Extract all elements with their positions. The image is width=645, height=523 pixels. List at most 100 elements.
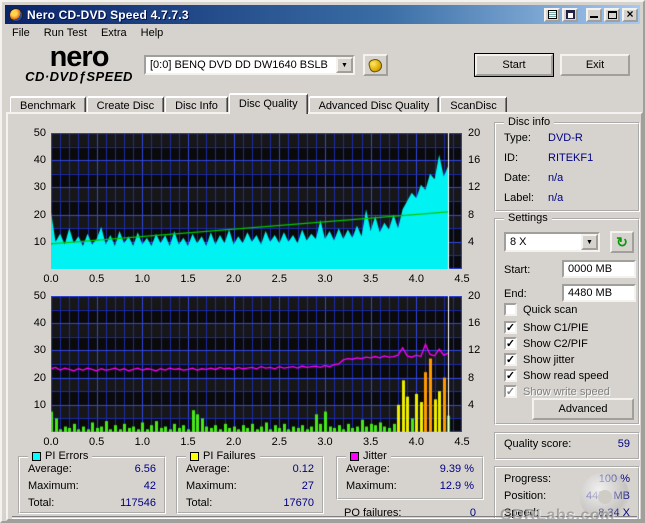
pi-errors-stat-row: Total: 117546 <box>28 497 156 509</box>
tick-label: 30 <box>33 344 46 357</box>
checkbox-show-jitter[interactable]: ✓ Show jitter <box>504 353 574 366</box>
checkbox-icon: ✓ <box>504 353 517 366</box>
drive-select[interactable]: [0:0] BENQ DVD DD DW1640 BSLB ▼ <box>144 55 355 75</box>
tick-label: 2.5 <box>271 273 287 285</box>
tick-label: 50 <box>33 290 46 302</box>
pi-errors-stats-group: PI Errors Average: 6.56 Maximum: 42 Total: 11… <box>18 450 166 514</box>
checkbox-label: Show jitter <box>523 353 575 366</box>
pi-failures-legend-chip <box>190 451 199 461</box>
refresh-button[interactable]: ↻ <box>610 231 634 253</box>
tick-label: 3.5 <box>363 436 379 448</box>
checkbox-icon: ✓ <box>504 369 517 382</box>
menu-item-run-test[interactable]: Run Test <box>37 25 94 41</box>
pi-errors-stat-row: Average: 6.56 <box>28 463 156 475</box>
checkbox-icon: ✓ <box>504 321 517 334</box>
tick-label: 0.0 <box>43 436 59 448</box>
save-button[interactable] <box>562 7 578 22</box>
exit-button[interactable]: Exit <box>560 54 630 76</box>
maximize-icon <box>607 10 617 19</box>
close-icon: × <box>626 6 634 21</box>
tick-label: 2.5 <box>271 436 287 448</box>
checkbox-show-write-speed[interactable]: ✓ Show write speed <box>504 385 610 398</box>
bottom-divider <box>12 516 637 519</box>
maximize-button[interactable] <box>604 7 620 22</box>
tab-bar: Benchmark Create Disc Disc Info Disc Qualit… <box>10 93 508 114</box>
tick-label: 8 <box>468 371 475 384</box>
checkbox-icon: ✓ <box>504 385 517 398</box>
tick-label: 4 <box>468 235 475 248</box>
speed-select-value: 8 X <box>510 236 527 248</box>
tick-label: 4.0 <box>408 273 424 285</box>
checkbox-show-c1-pie[interactable]: ✓ Show C1/PIE <box>504 321 588 334</box>
speed-select[interactable]: 8 X ▼ <box>504 232 600 252</box>
tick-label: 2.0 <box>226 436 242 448</box>
tick-label: 30 <box>33 181 46 194</box>
close-button[interactable]: × <box>622 6 638 22</box>
drive-tool-button[interactable] <box>363 54 388 76</box>
logo-nero-text: nero <box>49 41 110 73</box>
tick-label: 20 <box>33 208 46 221</box>
tick-label: 0.5 <box>89 273 105 285</box>
tick-label: 1.0 <box>134 273 150 285</box>
jitter-stats-title: Jitter <box>363 450 387 462</box>
menu-item-file[interactable]: File <box>5 25 37 41</box>
pi-failures-stat-row: Maximum: 27 <box>186 480 314 492</box>
menu-item-help[interactable]: Help <box>134 25 171 41</box>
advanced-button[interactable]: Advanced <box>532 398 634 420</box>
start-button[interactable]: Start <box>475 54 553 76</box>
disc-info-row: ID: RITEKF1 <box>504 152 594 164</box>
tick-label: 3.0 <box>317 273 333 285</box>
disc-quality-page: 50 40 30 20 10 20 16 12 8 4 0.0 0.5 1.0 1.5 2.0 2.5 3.0 3… <box>6 112 643 521</box>
quality-score-group: Quality score: 59 <box>494 432 640 460</box>
minimize-button[interactable] <box>586 7 602 22</box>
start-field[interactable]: 0000 MB <box>562 260 636 278</box>
pi-failures-stats-title: PI Failures <box>203 450 256 462</box>
disc-info-row: Type: DVD-R <box>504 132 583 144</box>
checkbox-quick-scan[interactable]: Quick scan <box>504 303 577 316</box>
tick-label: 4.0 <box>408 436 424 448</box>
tick-label: 2.0 <box>226 273 242 285</box>
pi-errors-stat-row: Maximum: 42 <box>28 480 156 492</box>
tick-label: 40 <box>33 154 46 167</box>
jitter-stat-row: Average: 9.39 % <box>346 463 474 475</box>
report-icon <box>547 10 557 19</box>
tick-label: 8 <box>468 208 475 221</box>
speed-select-arrow[interactable]: ▼ <box>581 234 598 250</box>
checkbox-label: Show C1/PIE <box>523 321 589 334</box>
checkbox-show-c2-pif[interactable]: ✓ Show C2/PIF <box>504 337 588 350</box>
tab-disc-quality[interactable]: Disc Quality <box>228 93 308 114</box>
chevron-down-icon: ▼ <box>586 238 593 246</box>
disc-info-row: Label: n/a <box>504 192 564 204</box>
tick-label: 10 <box>33 398 46 411</box>
jitter-stat-row: Maximum: 12.9 % <box>346 480 474 492</box>
tick-label: 1.5 <box>180 436 196 448</box>
pi-failures-stats-group: PI Failures Average: 0.12 Maximum: 27 Total:… <box>176 450 324 514</box>
tick-label: 20 <box>468 290 481 302</box>
tick-label: 12 <box>468 181 481 194</box>
titlebar: Nero CD-DVD Speed 4.7.7.3 × <box>5 5 640 24</box>
save-icon <box>565 10 575 19</box>
tick-label: 20 <box>468 127 481 139</box>
disc-info-title: Disc info <box>504 116 555 128</box>
drive-select-arrow[interactable]: ▼ <box>336 57 353 73</box>
app-logo: nero CD·DVDƒSPEED <box>14 41 144 84</box>
report-button[interactable] <box>544 7 560 22</box>
jitter-stats-group: Jitter Average: 9.39 % Maximum: 12.9 % <box>336 450 484 500</box>
checkbox-show-read-speed[interactable]: ✓ Show read speed <box>504 369 609 382</box>
tick-label: 3.0 <box>317 436 333 448</box>
checkbox-label: Show read speed <box>523 369 609 382</box>
progress-group: Progress: 100 % Position: 4479 MB Speed: 8.34… <box>494 466 640 519</box>
end-field[interactable]: 4480 MB <box>562 284 636 302</box>
pi-errors-stats-title: PI Errors <box>45 450 89 462</box>
app-window: Nero CD-DVD Speed 4.7.7.3 × File Run Test… <box>0 0 645 523</box>
tick-label: 20 <box>33 371 46 384</box>
disc-info-row: Date: n/a <box>504 172 564 184</box>
app-icon <box>9 7 23 22</box>
tick-label: 4.5 <box>454 273 470 285</box>
menu-item-extra[interactable]: Extra <box>94 25 134 41</box>
checkbox-icon <box>504 303 517 316</box>
tick-label: 1.5 <box>180 273 196 285</box>
progress-row: Progress: 100 % <box>504 473 630 485</box>
minimize-icon <box>590 15 598 18</box>
pi-failures-stat-row: Total: 17670 <box>186 497 314 509</box>
